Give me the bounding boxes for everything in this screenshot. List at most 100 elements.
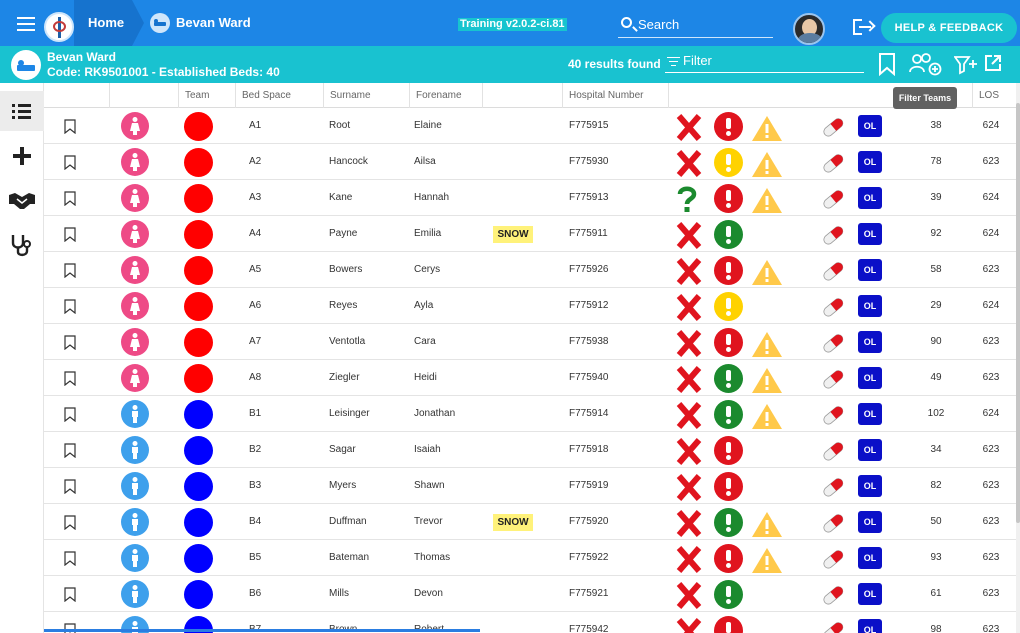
column-team[interactable]: Team (178, 83, 242, 108)
alert-red-icon[interactable] (714, 472, 743, 501)
breadcrumb-ward[interactable]: Bevan Ward (148, 0, 251, 46)
column-tag[interactable] (482, 83, 562, 108)
surname-cell[interactable]: Payne (329, 216, 357, 252)
bookmark-icon[interactable] (64, 443, 76, 458)
bookmark-icon[interactable] (64, 407, 76, 422)
cross-icon[interactable] (674, 436, 704, 466)
alert-red-icon[interactable] (714, 436, 743, 465)
team-indicator[interactable] (184, 580, 213, 609)
cross-icon[interactable] (674, 112, 704, 142)
warning-triangle-icon[interactable] (751, 330, 783, 358)
cross-icon[interactable] (674, 364, 704, 394)
bookmark-icon[interactable] (64, 587, 76, 602)
bookmark-icon[interactable] (64, 263, 76, 278)
bookmark-icon[interactable] (64, 119, 76, 134)
cross-icon[interactable] (674, 256, 704, 286)
question-mark-icon[interactable] (672, 184, 702, 214)
list-view-icon[interactable] (0, 91, 44, 131)
team-indicator[interactable] (184, 328, 213, 357)
alert-red-icon[interactable] (714, 256, 743, 285)
forename-cell[interactable]: Ayla (414, 288, 433, 324)
add-icon[interactable] (0, 136, 44, 176)
warning-triangle-icon[interactable] (751, 546, 783, 574)
bookmark-icon[interactable] (64, 191, 76, 206)
team-indicator[interactable] (184, 148, 213, 177)
column-los[interactable]: LOS (972, 83, 1020, 108)
surname-cell[interactable]: Ziegler (329, 360, 360, 396)
surname-cell[interactable]: Kane (329, 180, 352, 216)
horizontal-scroll-indicator[interactable] (44, 629, 480, 632)
forename-cell[interactable]: Shawn (414, 468, 445, 504)
add-filter-icon[interactable] (954, 55, 978, 75)
alert-green-icon[interactable] (714, 364, 743, 393)
cross-icon[interactable] (674, 616, 704, 633)
forename-cell[interactable]: Ailsa (414, 144, 436, 180)
medication-pill-icon[interactable] (820, 475, 846, 499)
team-indicator[interactable] (184, 220, 213, 249)
forename-cell[interactable]: Heidi (414, 360, 437, 396)
table-row[interactable]: A2 Hancock Ailsa F775930 OL 78 623 (44, 144, 1020, 180)
ol-badge[interactable]: OL (858, 475, 882, 497)
table-row[interactable]: A3 Kane Hannah F775913 OL 39 624 (44, 180, 1020, 216)
medication-pill-icon[interactable] (820, 151, 846, 175)
team-indicator[interactable] (184, 544, 213, 573)
warning-triangle-icon[interactable] (751, 150, 783, 178)
ol-badge[interactable]: OL (858, 115, 882, 137)
alert-green-icon[interactable] (714, 508, 743, 537)
open-external-icon[interactable] (984, 54, 1002, 72)
cross-icon[interactable] (674, 580, 704, 610)
team-indicator[interactable] (184, 436, 213, 465)
ol-badge[interactable]: OL (858, 259, 882, 281)
table-row[interactable]: A5 Bowers Cerys F775926 OL 58 623 (44, 252, 1020, 288)
medication-pill-icon[interactable] (820, 115, 846, 139)
ol-badge[interactable]: OL (858, 187, 882, 209)
medication-pill-icon[interactable] (820, 223, 846, 247)
forename-cell[interactable]: Elaine (414, 108, 442, 144)
table-row[interactable]: A7 Ventotla Cara F775938 OL 90 623 (44, 324, 1020, 360)
ol-badge[interactable]: OL (858, 367, 882, 389)
alert-red-icon[interactable] (714, 112, 743, 141)
warning-triangle-icon[interactable] (751, 402, 783, 430)
bookmark-icon[interactable] (64, 551, 76, 566)
team-indicator[interactable] (184, 112, 213, 141)
table-row[interactable]: A8 Ziegler Heidi F775940 OL 49 623 (44, 360, 1020, 396)
search-input[interactable]: Search (618, 14, 773, 38)
bookmark-icon[interactable] (64, 299, 76, 314)
stethoscope-icon[interactable] (0, 225, 44, 265)
medication-pill-icon[interactable] (820, 583, 846, 607)
logout-icon[interactable] (853, 19, 873, 35)
ol-badge[interactable]: OL (858, 619, 882, 633)
forename-cell[interactable]: Hannah (414, 180, 449, 216)
table-row[interactable]: A6 Reyes Ayla F775912 OL 29 624 (44, 288, 1020, 324)
medication-pill-icon[interactable] (820, 367, 846, 391)
ol-badge[interactable]: OL (858, 403, 882, 425)
column-hospital-number[interactable]: Hospital Number (562, 83, 668, 108)
surname-cell[interactable]: Bowers (329, 252, 362, 288)
surname-cell[interactable]: Hancock (329, 144, 368, 180)
column-indicators[interactable] (668, 83, 888, 108)
medication-pill-icon[interactable] (820, 439, 846, 463)
ol-badge[interactable]: OL (858, 151, 882, 173)
scrollbar-thumb[interactable] (1016, 103, 1020, 523)
column-bed-space[interactable]: Bed Space (235, 83, 315, 108)
warning-triangle-icon[interactable] (751, 510, 783, 538)
column-gender[interactable] (109, 83, 179, 108)
table-row[interactable]: B4 Duffman Trevor SNOW F775920 OL 50 623 (44, 504, 1020, 540)
ol-badge[interactable]: OL (858, 547, 882, 569)
surname-cell[interactable]: Sagar (329, 432, 356, 468)
ol-badge[interactable]: OL (858, 295, 882, 317)
table-row[interactable]: B6 Mills Devon F775921 OL 61 623 (44, 576, 1020, 612)
table-row[interactable]: B3 Myers Shawn F775919 OL 82 623 (44, 468, 1020, 504)
cross-icon[interactable] (674, 400, 704, 430)
team-indicator[interactable] (184, 256, 213, 285)
alert-yellow-icon[interactable] (714, 292, 743, 321)
alert-green-icon[interactable] (714, 580, 743, 609)
ol-badge[interactable]: OL (858, 439, 882, 461)
alert-green-icon[interactable] (714, 220, 743, 249)
alert-red-icon[interactable] (714, 328, 743, 357)
bookmark-filter-icon[interactable] (877, 52, 897, 76)
medication-pill-icon[interactable] (820, 295, 846, 319)
forename-cell[interactable]: Cerys (414, 252, 440, 288)
warning-triangle-icon[interactable] (751, 114, 783, 142)
alert-red-icon[interactable] (714, 184, 743, 213)
